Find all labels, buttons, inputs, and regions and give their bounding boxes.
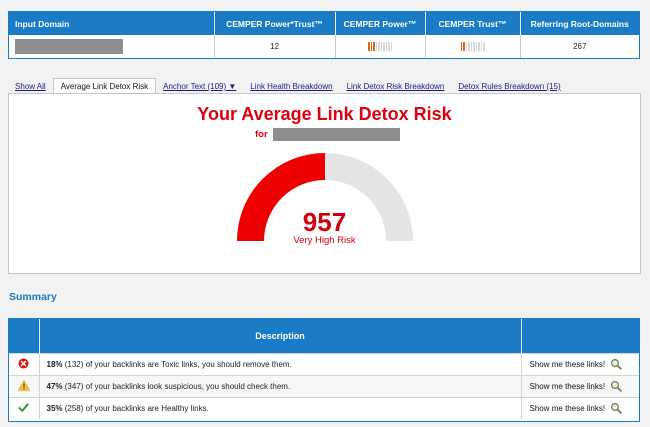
- row-text: (258) of your backlinks are Healthy link…: [62, 403, 209, 413]
- row-percentage: 18%: [46, 359, 63, 369]
- warning-triangle-icon: [17, 379, 30, 391]
- header-power[interactable]: CEMPER Power™: [335, 12, 426, 35]
- stats-data-row: 12 267: [9, 35, 639, 58]
- show-links-cell: Show me these links!: [521, 374, 639, 397]
- row-percentage: 47%: [46, 381, 63, 391]
- meter-bar: [475, 42, 477, 52]
- power-meter: [368, 42, 392, 52]
- magnifier-icon: [611, 403, 622, 414]
- show-links-label: Show me these links!: [529, 403, 606, 413]
- domain-stats-table: Input Domain CEMPER Power*Trust™ CEMPER …: [8, 11, 640, 59]
- header-icon-col: [9, 319, 40, 353]
- header-referring-root-domains[interactable]: Referring Root-Domains: [520, 12, 639, 35]
- show-links-label: Show me these links!: [529, 381, 606, 391]
- row-description: 47% (347) of your backlinks look suspici…: [39, 374, 522, 397]
- meter-bar: [480, 42, 482, 52]
- header-input-domain[interactable]: Input Domain: [9, 12, 215, 35]
- row-text: (347) of your backlinks look suspicious,…: [62, 381, 291, 391]
- show-links-cell: Show me these links!: [521, 352, 639, 375]
- input-domain-cell: [9, 35, 215, 58]
- summary-table: Description 18% (132) of your backlinks …: [8, 318, 640, 422]
- meter-bar: [473, 42, 475, 52]
- table-row-suspicious: 47% (347) of your backlinks look suspici…: [9, 374, 639, 397]
- meter-bar: [383, 42, 385, 52]
- meter-bar: [375, 42, 377, 52]
- meter-bar: [373, 42, 375, 52]
- power-meter-cell: [335, 35, 426, 58]
- meter-bar: [380, 42, 382, 52]
- tab-detox-rules-breakdown[interactable]: Detox Rules Breakdown (15): [451, 80, 567, 94]
- trust-meter-cell: [425, 35, 521, 58]
- risk-panel: Your Average Link Detox Risk for 957 Ver…: [8, 93, 641, 274]
- meter-bar: [378, 42, 380, 52]
- table-row-toxic: 18% (132) of your backlinks are Toxic li…: [9, 352, 639, 375]
- risk-level-label: Very High Risk: [293, 235, 356, 246]
- status-icon-cell: [9, 352, 40, 375]
- report-tabs: Show All Average Link Detox Risk Anchor …: [8, 78, 568, 94]
- show-links-cell: Show me these links!: [521, 396, 639, 419]
- meter-bar: [368, 42, 370, 52]
- magnifier-icon: [611, 358, 622, 370]
- meter-bar: [483, 42, 485, 52]
- referring-root-domains-value: 267: [573, 42, 587, 51]
- meter-bar: [388, 42, 390, 52]
- error-circle-icon: [18, 357, 29, 369]
- tab-show-all[interactable]: Show All: [8, 80, 53, 94]
- redacted-domain-name: [272, 128, 400, 141]
- risk-score: 957: [302, 207, 347, 237]
- risk-title: Your Average Link Detox Risk: [197, 104, 452, 124]
- meter-bar: [390, 42, 392, 52]
- summary-heading: Summary: [9, 291, 57, 303]
- tab-link-health-breakdown[interactable]: Link Health Breakdown: [243, 80, 339, 94]
- header-description: Description: [39, 319, 522, 353]
- trust-meter: [460, 42, 485, 52]
- power-trust-value: 12: [214, 35, 336, 58]
- tab-link-detox-risk-breakdown[interactable]: Link Detox Risk Breakdown: [340, 80, 452, 94]
- meter-bar: [465, 42, 467, 52]
- show-links-label: Show me these links!: [529, 359, 606, 369]
- show-links-button[interactable]: Show me these links!: [530, 380, 623, 392]
- meter-bar: [370, 42, 372, 52]
- meter-bar: [468, 42, 470, 52]
- row-description: 35% (258) of your backlinks are Healthy …: [39, 396, 522, 419]
- row-description: 18% (132) of your backlinks are Toxic li…: [39, 352, 522, 375]
- tab-anchor-text[interactable]: Anchor Text (109) ▼: [156, 80, 243, 94]
- meter-bar: [460, 42, 462, 52]
- header-power-trust[interactable]: CEMPER Power*Trust™: [214, 12, 336, 35]
- table-row-healthy: 35% (258) of your backlinks are Healthy …: [9, 396, 639, 419]
- for-row: for: [255, 128, 400, 141]
- meter-bar: [463, 42, 465, 52]
- meter-bar: [478, 42, 480, 52]
- checkmark-icon: [18, 403, 29, 412]
- header-trust[interactable]: CEMPER Trust™: [425, 12, 521, 35]
- row-text: (132) of your backlinks are Toxic links,…: [62, 359, 292, 369]
- meter-bar: [470, 42, 472, 52]
- redacted-domain: [15, 39, 123, 54]
- meter-bar: [385, 42, 387, 52]
- stats-header-row: Input Domain CEMPER Power*Trust™ CEMPER …: [9, 12, 639, 35]
- summary-header-row: Description: [9, 319, 639, 353]
- magnifier-icon: [611, 380, 622, 392]
- header-links-col: [521, 319, 639, 353]
- status-icon-cell: [9, 374, 40, 397]
- status-icon-cell: [9, 396, 40, 419]
- show-links-button[interactable]: Show me these links!: [530, 358, 623, 370]
- tab-average-link-detox-risk[interactable]: Average Link Detox Risk: [52, 78, 157, 94]
- for-label: for: [255, 129, 268, 140]
- show-links-button[interactable]: Show me these links!: [530, 402, 623, 414]
- row-percentage: 35%: [46, 403, 63, 413]
